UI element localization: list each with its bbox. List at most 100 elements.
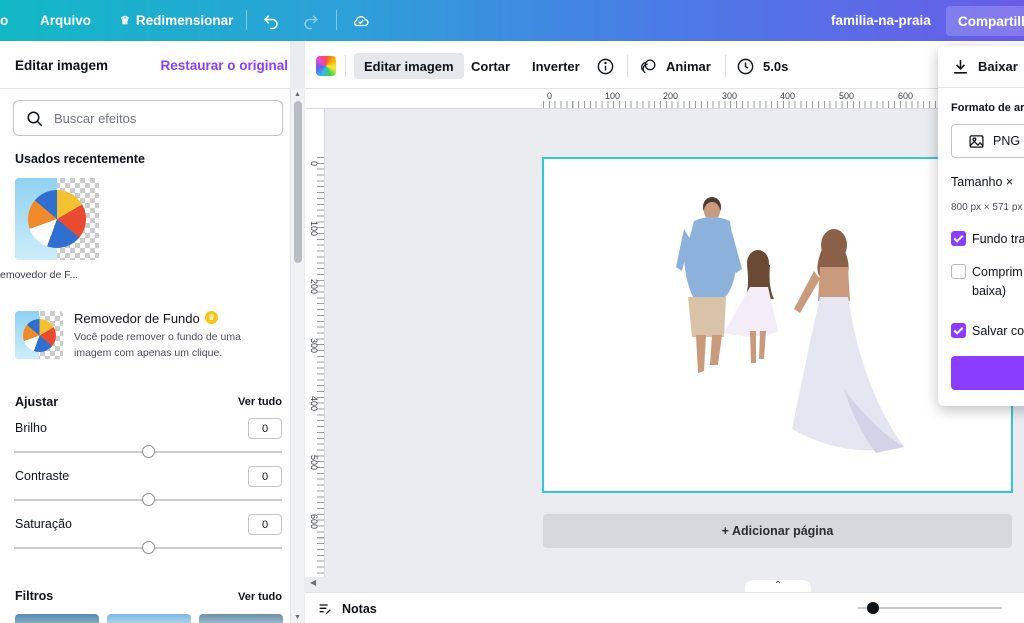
- crop-label: Cortar: [471, 58, 511, 74]
- search-effects-input[interactable]: Buscar efeitos: [13, 100, 283, 136]
- popover-title: Baixar: [978, 59, 1018, 74]
- ruler-tick-label: 500: [839, 91, 855, 101]
- notes-button[interactable]: Notas: [317, 601, 377, 617]
- ruler-tick-label: 100: [605, 91, 621, 101]
- file-menu[interactable]: Arquivo: [40, 0, 91, 41]
- transparent-bg-label: Fundo tra: [972, 232, 1024, 246]
- save-settings-checkbox[interactable]: [951, 323, 966, 338]
- crown-icon: ♛: [120, 15, 130, 27]
- bg-remover-title[interactable]: Removedor de Fundo: [74, 311, 200, 326]
- ruler-tick-label: 0: [309, 161, 319, 167]
- format-value: PNG: [993, 134, 1021, 148]
- download-confirm-button[interactable]: [951, 356, 1024, 390]
- filter-thumbnail[interactable]: [15, 614, 99, 623]
- resize-button[interactable]: ♛ Redimensionar: [120, 0, 233, 41]
- recent-title: Usados recentemente: [15, 152, 145, 166]
- adjust-see-all-link[interactable]: Ver tudo: [238, 396, 282, 408]
- saturation-value-input[interactable]: 0: [248, 514, 282, 535]
- filters-title: Filtros: [15, 589, 54, 603]
- search-placeholder: Buscar efeitos: [54, 111, 137, 126]
- ruler-tick-label: 0: [547, 91, 553, 101]
- check-icon: [953, 326, 964, 335]
- info-icon[interactable]: [596, 53, 615, 79]
- brightness-value-input[interactable]: 0: [248, 418, 282, 439]
- notes-icon: [319, 604, 331, 615]
- flip-button[interactable]: Inverter: [532, 53, 580, 79]
- beach-ball-icon: [23, 319, 56, 352]
- compress-label-2: baixa): [972, 284, 1007, 298]
- scroll-down-icon[interactable]: ▼: [294, 614, 301, 621]
- recent-effect-label: emovedor de F...: [0, 269, 79, 281]
- search-icon: [27, 111, 43, 127]
- home-menu-label: o: [0, 13, 9, 28]
- cloud-saved-icon[interactable]: [352, 0, 370, 41]
- animate-label: Animar: [666, 58, 711, 74]
- ruler-top: 0 100 200 300 400 500 600: [305, 89, 1024, 109]
- compress-checkbox[interactable]: [951, 264, 966, 279]
- panel-header: Editar imagem Restaurar o original: [0, 41, 290, 89]
- zoom-slider-thumb[interactable]: [867, 602, 879, 614]
- color-palette-icon[interactable]: [316, 56, 336, 76]
- top-bar: o Arquivo ♛ Redimensionar familia-na-pra…: [0, 0, 1024, 41]
- notes-label: Notas: [342, 602, 377, 616]
- contrast-slider-thumb[interactable]: [142, 493, 155, 506]
- undo-icon[interactable]: [262, 0, 280, 41]
- recent-effect-thumbnail[interactable]: [15, 178, 99, 260]
- compress-label-1: Comprim: [972, 265, 1023, 279]
- edit-image-panel: Editar imagem Restaurar o original Busca…: [0, 41, 290, 623]
- filters-see-all-link[interactable]: Ver tudo: [238, 591, 282, 603]
- panel-title: Editar imagem: [15, 58, 109, 73]
- restore-original-link[interactable]: Restaurar o original: [160, 58, 288, 73]
- share-label: Compartilh: [958, 13, 1024, 29]
- bg-remover-thumbnail[interactable]: [15, 311, 63, 359]
- flip-label: Inverter: [532, 58, 580, 74]
- ruler-tick-label: 400: [309, 396, 319, 412]
- add-page-button[interactable]: + Adicionar página: [543, 514, 1012, 548]
- popover-header: Baixar: [938, 46, 1024, 88]
- share-button[interactable]: Compartilh: [946, 6, 1024, 36]
- bg-remover-desc-1: Você pode remover o fundo de uma: [74, 331, 241, 343]
- download-popover: Baixar Formato de ar PNG Tamanho × 800 p…: [938, 46, 1024, 406]
- transparent-bg-checkbox[interactable]: [951, 231, 966, 246]
- divider: [627, 55, 628, 77]
- document-title[interactable]: familia-na-praia: [831, 0, 931, 41]
- filter-thumbnail[interactable]: [107, 614, 191, 623]
- adjust-title: Ajustar: [15, 395, 59, 409]
- add-page-label: + Adicionar página: [721, 524, 834, 538]
- ruler-tick-label: 300: [309, 338, 319, 354]
- ruler-tick-label: 600: [309, 514, 319, 530]
- scroll-left-icon[interactable]: ◀: [310, 578, 316, 587]
- animate-button[interactable]: Animar: [639, 53, 711, 79]
- crop-button[interactable]: Cortar: [471, 53, 510, 79]
- divider: [345, 55, 346, 77]
- file-menu-label: Arquivo: [40, 13, 92, 28]
- zoom-slider[interactable]: [858, 607, 1002, 609]
- divider: [246, 10, 247, 30]
- download-icon: [954, 60, 967, 74]
- image-icon: [969, 135, 984, 148]
- ruler-left: 0 100 200 300 400 500 600: [305, 109, 325, 577]
- filter-thumbnail[interactable]: [199, 614, 283, 623]
- pro-crown-icon: ♛: [205, 311, 218, 324]
- duration-label: 5.0s: [763, 58, 789, 74]
- redo-icon[interactable]: [302, 0, 320, 41]
- duration-button[interactable]: 5.0s: [736, 53, 788, 79]
- divider: [725, 55, 726, 77]
- brightness-slider-thumb[interactable]: [142, 445, 155, 458]
- bg-remover-desc-2: imagem com apenas um clique.: [74, 347, 223, 359]
- home-menu[interactable]: o: [0, 0, 8, 41]
- edit-image-button[interactable]: Editar imagem: [354, 53, 464, 79]
- saturation-label: Saturação: [15, 517, 72, 531]
- format-select[interactable]: PNG: [951, 124, 1024, 158]
- canvas-h-scroll[interactable]: ◀: [306, 577, 1024, 592]
- saturation-slider-thumb[interactable]: [142, 541, 155, 554]
- contrast-value-input[interactable]: 0: [248, 466, 282, 487]
- animate-icon: [641, 59, 656, 73]
- chevron-up-icon: ⌃: [773, 580, 783, 591]
- ruler-tick-label: 200: [663, 91, 679, 101]
- ruler-tick-label: 600: [898, 91, 914, 101]
- scrollbar-thumb[interactable]: [294, 101, 302, 263]
- scroll-up-icon[interactable]: ▲: [294, 91, 301, 98]
- left-panel-scrollbar[interactable]: ▲ ▼: [290, 89, 304, 623]
- check-icon: [953, 234, 964, 243]
